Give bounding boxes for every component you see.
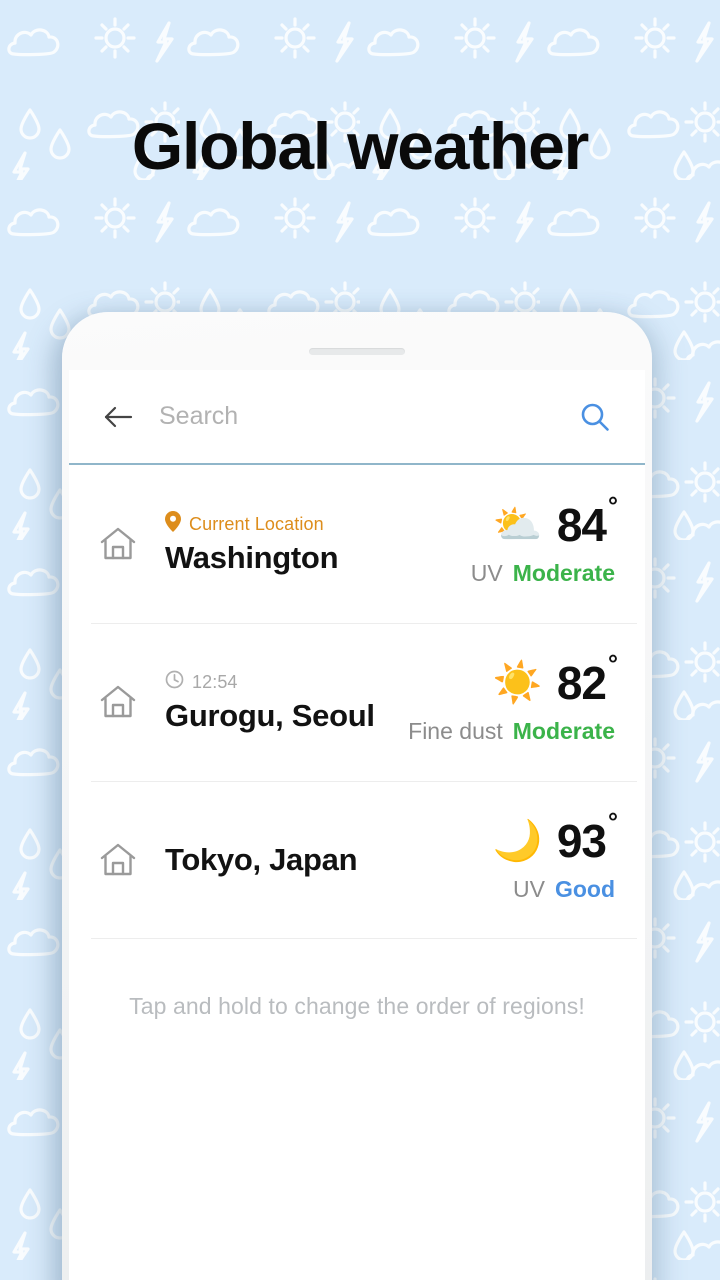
- back-arrow-icon[interactable]: [101, 400, 135, 434]
- temperature-line: ⛅ 84°: [491, 494, 618, 551]
- home-icon: [95, 521, 141, 567]
- sun-behind-cloud-icon: ⛅: [492, 502, 543, 547]
- location-pin-icon: [165, 511, 181, 537]
- temperature-value: 82°: [556, 652, 618, 709]
- search-input[interactable]: [159, 402, 575, 431]
- temperature-number: 82: [556, 656, 607, 709]
- temperature-value: 93°: [556, 810, 618, 867]
- temperature-number: 84: [556, 498, 607, 551]
- air-index-line: Fine dust Moderate: [408, 718, 615, 745]
- degree-symbol: °: [608, 492, 618, 521]
- temperature-number: 93: [556, 814, 607, 867]
- search-icon[interactable]: [575, 397, 615, 437]
- index-value: Moderate: [512, 717, 615, 744]
- degree-symbol: °: [608, 650, 618, 679]
- city-weather: ☀️ 82° Fine dust Moderate: [408, 652, 623, 745]
- search-bar: [69, 370, 645, 465]
- city-name: Washington: [165, 540, 339, 575]
- city-weather: 🌙 93° UV Good: [491, 810, 623, 903]
- city-info: Current Location Washington: [165, 511, 471, 576]
- moon-behind-cloud-icon: 🌙: [492, 818, 543, 863]
- index-label: UV: [513, 875, 545, 902]
- reorder-hint: Tap and hold to change the order of regi…: [69, 939, 645, 1020]
- air-index-line: UV Good: [513, 876, 615, 903]
- index-value: Moderate: [512, 559, 615, 586]
- temperature-line: 🌙 93°: [491, 810, 618, 867]
- city-name: Tokyo, Japan: [165, 842, 358, 877]
- city-weather: ⛅ 84° UV Moderate: [471, 494, 623, 587]
- city-name: Gurogu, Seoul: [165, 698, 375, 733]
- air-index-line: UV Moderate: [471, 560, 615, 587]
- phone-screen: Current Location Washington ⛅ 84° UV Mod…: [69, 370, 645, 1280]
- city-row-washington[interactable]: Current Location Washington ⛅ 84° UV Mod…: [69, 465, 645, 623]
- city-info: Tokyo, Japan: [165, 842, 491, 878]
- index-label: UV: [470, 559, 503, 586]
- current-location-label: Current Location: [189, 513, 324, 534]
- degree-symbol: °: [608, 808, 618, 837]
- city-info: 12:54 Gurogu, Seoul: [165, 670, 408, 734]
- city-list: Current Location Washington ⛅ 84° UV Mod…: [69, 465, 645, 939]
- city-meta: 12:54: [165, 670, 408, 694]
- city-row-tokyo-japan[interactable]: Tokyo, Japan 🌙 93° UV Good: [69, 781, 645, 939]
- clock-icon: [165, 670, 184, 694]
- index-label: Fine dust: [408, 717, 503, 744]
- temperature-value: 84°: [556, 494, 618, 551]
- index-value: Good: [554, 875, 615, 902]
- home-icon: [95, 837, 141, 883]
- phone-speaker: [309, 348, 405, 355]
- city-meta: Current Location: [165, 511, 471, 537]
- city-row-gurogu-seoul[interactable]: 12:54 Gurogu, Seoul ☀️ 82° Fine dust Mod…: [69, 623, 645, 781]
- phone-mockup: Current Location Washington ⛅ 84° UV Mod…: [62, 312, 652, 1280]
- temperature-line: ☀️ 82°: [491, 652, 618, 709]
- home-icon: [95, 679, 141, 725]
- sun-icon: ☀️: [492, 660, 543, 705]
- page-title: Global weather: [131, 109, 590, 183]
- local-time-label: 12:54: [192, 671, 238, 692]
